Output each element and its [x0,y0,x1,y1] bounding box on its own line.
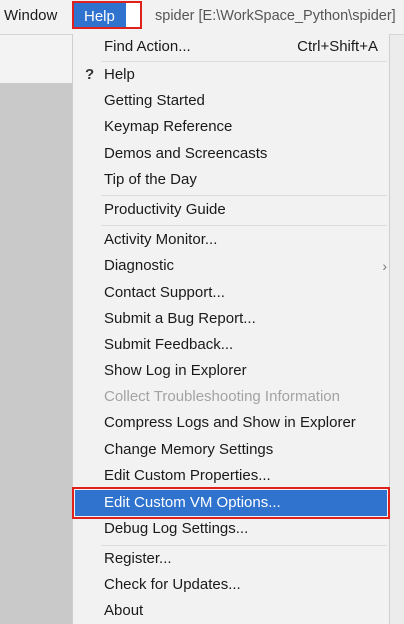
menu-item-show-log-in-explorer[interactable]: Show Log in Explorer [73,358,389,384]
menu-item-register[interactable]: Register... [73,546,389,572]
window-title: spider [E:\WorkSpace_Python\spider] [155,8,396,24]
menu-item-label: Debug Log Settings... [104,520,249,537]
menu-item-edit-custom-vm-options[interactable]: Edit Custom VM Options... [72,487,390,519]
gray-panel [0,83,72,624]
right-background [390,35,404,624]
menu-item-submit-feedback[interactable]: Submit Feedback... [73,332,389,358]
menu-window[interactable]: Window [4,0,57,32]
menu-item-label: Register... [104,550,172,567]
menu-item-getting-started[interactable]: Getting Started [73,88,389,114]
menu-item-label: Edit Custom Properties... [104,467,271,484]
menu-item-label: Edit Custom VM Options... [104,494,281,511]
menu-help-label: Help [74,3,126,27]
menu-item-activity-monitor[interactable]: Activity Monitor... [73,227,389,253]
question-icon: ? [85,66,95,83]
menu-item-label: Show Log in Explorer [104,362,247,379]
menu-item-label: Activity Monitor... [104,231,218,248]
menu-item-contact-support[interactable]: Contact Support... [73,280,389,306]
menu-item-find-action[interactable]: Find Action... Ctrl+Shift+A [73,34,389,60]
menu-item-label: Submit Feedback... [104,336,234,353]
menu-window-label: Window [4,7,58,24]
menu-item-productivity-guide[interactable]: Productivity Guide [73,197,389,223]
menu-item-label: Demos and Screencasts [104,145,268,162]
help-menu-dropdown: Find Action... Ctrl+Shift+A ? Help Getti… [72,34,390,624]
separator [101,195,387,196]
menu-item-label: Find Action... [104,38,191,55]
menu-item-label: Contact Support... [104,284,225,301]
shortcut-label: Ctrl+Shift+A [297,38,378,55]
separator [101,225,387,226]
menu-item-demos-and-screencasts[interactable]: Demos and Screencasts [73,141,389,167]
menu-item-label: Tip of the Day [104,171,197,188]
menubar: Window Help spider [E:\WorkSpace_Python\… [0,0,404,35]
menu-item-label: Check for Updates... [104,576,241,593]
menu-item-change-memory-settings[interactable]: Change Memory Settings [73,437,389,463]
menu-item-label: Productivity Guide [104,201,226,218]
menu-item-edit-custom-properties[interactable]: Edit Custom Properties... [73,463,389,489]
menu-item-label: Getting Started [104,92,205,109]
menu-item-label: Submit a Bug Report... [104,310,256,327]
menu-item-label: Change Memory Settings [104,441,274,458]
menu-item-label: Diagnostic [104,257,175,274]
menu-item-check-for-updates[interactable]: Check for Updates... [73,572,389,598]
menu-item-debug-log-settings[interactable]: Debug Log Settings... [73,516,389,542]
menu-item-label: Keymap Reference [104,118,233,135]
menu-item-tip-of-the-day[interactable]: Tip of the Day [73,167,389,193]
chevron-right-icon: › [382,258,387,274]
menu-help[interactable]: Help [72,1,142,29]
menu-item-submit-bug-report[interactable]: Submit a Bug Report... [73,306,389,332]
editor-background [0,35,72,624]
menu-item-label: Help [104,66,135,83]
menu-item-label: Compress Logs and Show in Explorer [104,414,356,431]
menu-item-about[interactable]: About [73,598,389,624]
menu-item-help[interactable]: ? Help [73,62,389,88]
menu-item-label: Collect Troubleshooting Information [104,388,340,405]
menu-item-label: About [104,602,144,619]
menu-item-diagnostic[interactable]: Diagnostic › [73,253,389,279]
menu-item-collect-troubleshooting-information: Collect Troubleshooting Information [73,384,389,410]
menu-item-compress-logs[interactable]: Compress Logs and Show in Explorer [73,410,389,436]
menu-item-keymap-reference[interactable]: Keymap Reference [73,114,389,140]
